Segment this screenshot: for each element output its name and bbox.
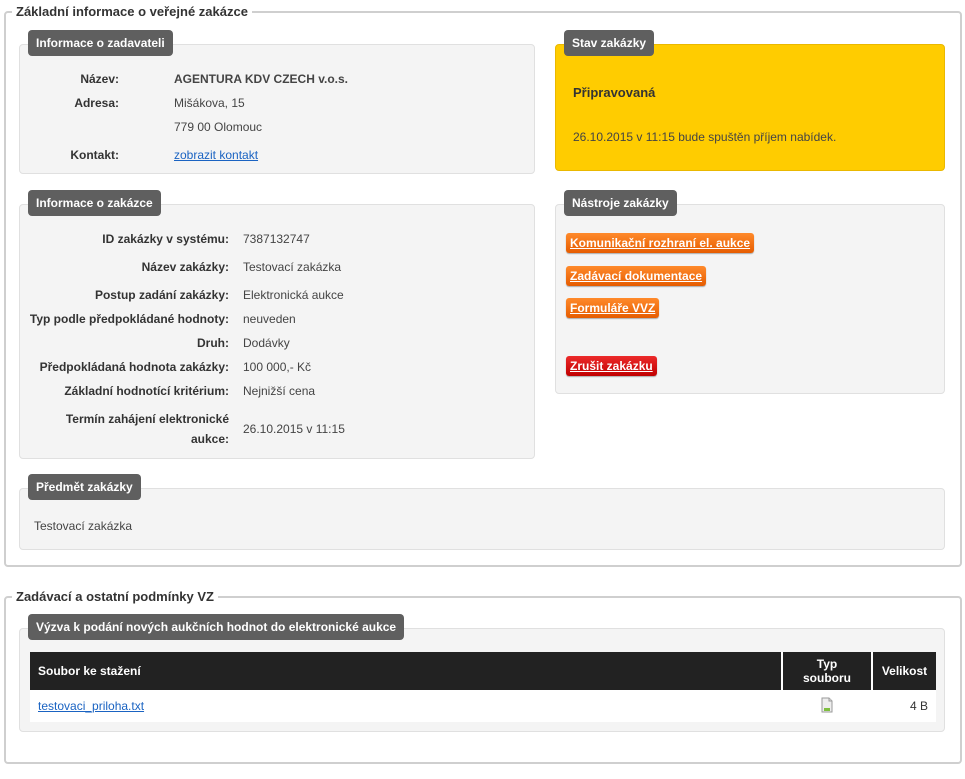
zakazka-row-value: Nejnižší cena bbox=[243, 384, 316, 398]
zakazka-row-value: Testovací zakázka bbox=[243, 260, 342, 274]
zrusit-zakazku-button[interactable]: Zrušit zakázku bbox=[566, 356, 657, 376]
predmet-panel-title: Předmět zakázky bbox=[28, 474, 141, 500]
file-download-link[interactable]: testovaci_priloha.txt bbox=[38, 699, 144, 713]
zakazka-panel-title: Informace o zakázce bbox=[28, 190, 161, 216]
nastroje-panel: Komunikační rozhraní el. aukce Zadávací … bbox=[555, 204, 945, 394]
zakazka-row-label: Předpokládaná hodnota zakázky: bbox=[39, 360, 229, 374]
vyzva-panel: Soubor ke stažení Typ souboru Velikost t… bbox=[19, 628, 945, 732]
zobrazit-kontakt-link[interactable]: zobrazit kontakt bbox=[174, 148, 258, 162]
adresa-line1: Mišákova, 15 bbox=[174, 96, 245, 110]
zakazka-row-value: neuveden bbox=[243, 312, 296, 326]
column-header-typ-line2: souboru bbox=[803, 671, 851, 685]
stav-panel: Připravovaná 26.10.2015 v 11:15 bude spu… bbox=[555, 44, 945, 171]
kontakt-label: Kontakt: bbox=[70, 148, 119, 162]
section2-legend: Zadávací a ostatní podmínky VZ bbox=[12, 589, 218, 605]
stav-panel-title: Stav zakázky bbox=[564, 30, 655, 56]
zakazka-row-value: 100 000,- Kč bbox=[243, 360, 312, 374]
zakazka-row-label: Základní hodnotící kritérium: bbox=[64, 384, 229, 398]
table-header-row: Soubor ke stažení Typ souboru Velikost bbox=[30, 652, 936, 690]
termin-label-line2: aukce: bbox=[190, 432, 229, 446]
column-header-typ-line1: Typ bbox=[816, 657, 838, 671]
text-file-icon bbox=[821, 697, 833, 712]
zakazka-row-label: Druh: bbox=[197, 336, 229, 350]
section-legend: Základní informace o veřejné zakázce bbox=[12, 4, 252, 20]
file-type-cell bbox=[782, 690, 872, 722]
formulare-vvz-button[interactable]: Formuláře VVZ bbox=[566, 298, 660, 318]
zadavatel-panel: Název: AGENTURA KDV CZECH v.o.s. Adresa:… bbox=[19, 44, 535, 174]
stav-status: Připravovaná bbox=[573, 85, 656, 100]
zakazka-row-value: Elektronická aukce bbox=[243, 288, 344, 302]
zakazka-panel: ID zakázky v systému: 7387132747 Název z… bbox=[19, 204, 535, 459]
vyzva-panel-title: Výzva k podání nových aukčních hodnot do… bbox=[28, 614, 405, 640]
column-header-soubor: Soubor ke stažení bbox=[30, 652, 783, 690]
column-header-velikost: Velikost bbox=[872, 652, 936, 690]
termin-label-line1: Termín zahájení elektronické bbox=[65, 412, 229, 426]
nazev-label: Název: bbox=[80, 72, 119, 86]
stav-note: 26.10.2015 v 11:15 bude spuštěn příjem n… bbox=[573, 130, 837, 144]
file-size: 4 B bbox=[872, 690, 936, 722]
table-row: testovaci_priloha.txt 4 B bbox=[30, 690, 936, 722]
adresa-label: Adresa: bbox=[74, 96, 119, 110]
nastroje-panel-title: Nástroje zakázky bbox=[564, 190, 677, 216]
predmet-panel: Testovací zakázka bbox=[19, 488, 945, 550]
column-header-typ: Typ souboru bbox=[782, 652, 873, 690]
termin-value: 26.10.2015 v 11:15 bbox=[243, 422, 345, 436]
zakazka-row-label: Typ podle předpokládané hodnoty: bbox=[29, 312, 229, 326]
zadavaci-dokumentace-button[interactable]: Zadávací dokumentace bbox=[566, 266, 707, 286]
komunikacni-rozhrani-button[interactable]: Komunikační rozhraní el. aukce bbox=[566, 233, 755, 253]
zakazka-row-label: ID zakázky v systému: bbox=[102, 232, 229, 246]
zakazka-row-label: Název zakázky: bbox=[141, 260, 229, 274]
zadavatel-panel-title: Informace o zadavateli bbox=[28, 30, 173, 56]
file-cell: testovaci_priloha.txt bbox=[30, 690, 782, 722]
zakazka-row-label: Postup zadání zakázky: bbox=[94, 288, 229, 302]
zakazka-row-value: 7387132747 bbox=[243, 232, 310, 246]
predmet-text: Testovací zakázka bbox=[34, 519, 133, 533]
zadavatel-nazev: AGENTURA KDV CZECH v.o.s. bbox=[174, 72, 349, 86]
zakazka-row-value: Dodávky bbox=[243, 336, 290, 350]
files-table: Soubor ke stažení Typ souboru Velikost t… bbox=[30, 652, 936, 722]
adresa-line2: 779 00 Olomouc bbox=[174, 120, 263, 134]
